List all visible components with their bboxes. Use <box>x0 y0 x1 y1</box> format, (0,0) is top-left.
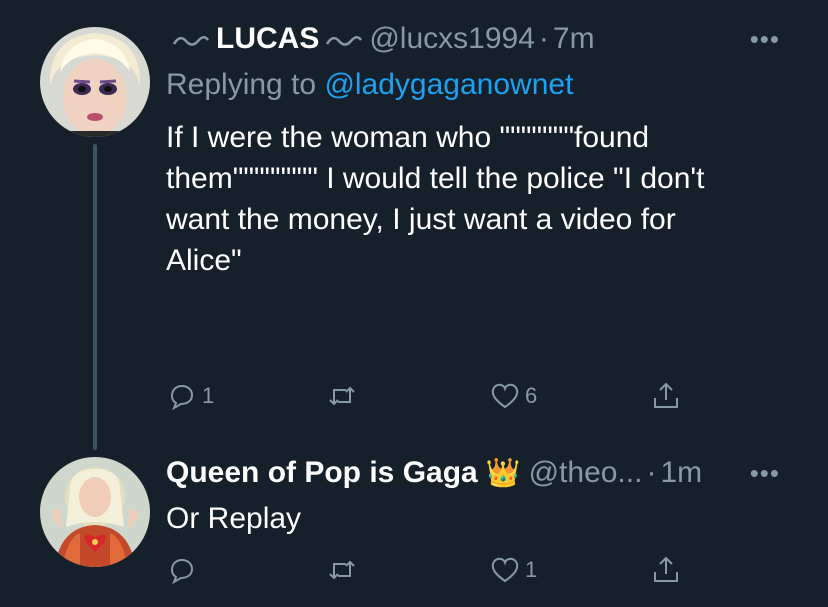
replying-prefix: Replying to <box>166 68 317 101</box>
like-button[interactable]: 6 <box>489 380 537 412</box>
timestamp[interactable]: 1m <box>660 456 702 490</box>
heart-icon <box>491 557 519 583</box>
avatar[interactable] <box>40 27 150 137</box>
tweet-queen[interactable]: Queen of Pop is Gaga 👑 @theo... · 1m •••… <box>0 450 828 607</box>
separator-dot: · <box>538 22 549 55</box>
avatar[interactable] <box>40 457 150 567</box>
tweet-header: Queen of Pop is Gaga 👑 @theo... · 1m <box>166 456 702 490</box>
crown-icon: 👑 <box>485 457 521 488</box>
action-bar: 1 <box>166 554 726 594</box>
tweet-header: LUCAS @lucxs1994 · 7m <box>166 22 595 56</box>
squiggle-icon <box>325 22 363 56</box>
reply-button[interactable] <box>166 554 202 586</box>
share-icon <box>654 556 678 582</box>
retweet-icon <box>329 386 355 406</box>
retweet-button[interactable] <box>326 380 362 412</box>
like-count: 6 <box>525 383 538 408</box>
tweet-text-line: them"""""""" I would tell the police "I … <box>166 162 705 195</box>
reply-icon <box>170 558 194 585</box>
author-name[interactable]: LUCAS <box>216 22 319 56</box>
reply-icon <box>170 384 194 411</box>
share-icon <box>654 382 678 408</box>
like-count: 1 <box>525 557 538 582</box>
separator-dot: · <box>646 456 657 489</box>
author-handle[interactable]: @lucxs1994 <box>369 22 535 56</box>
tweet-text-line: If I were the woman who """""""found <box>166 121 650 154</box>
more-icon[interactable]: ••• <box>750 458 780 489</box>
like-button[interactable]: 1 <box>489 554 537 586</box>
action-bar: 1 6 <box>166 380 726 420</box>
timestamp[interactable]: 7m <box>553 22 595 56</box>
retweet-icon <box>329 560 355 580</box>
tweet-text-line: Alice" <box>166 244 242 277</box>
share-button[interactable] <box>650 380 682 412</box>
replying-to-line: Replying to @ladygaganownet <box>166 68 573 102</box>
tweet-text: If I were the woman who """""""found the… <box>166 117 786 281</box>
author-name[interactable]: Queen of Pop is Gaga <box>166 456 478 490</box>
reply-count: 1 <box>202 383 215 408</box>
heart-icon <box>491 383 519 409</box>
author-handle[interactable]: @theo... <box>529 456 643 490</box>
tweet-lucas[interactable]: LUCAS @lucxs1994 · 7m ••• Replying to @l… <box>0 0 828 450</box>
more-icon[interactable]: ••• <box>750 24 780 55</box>
squiggle-icon <box>172 22 210 56</box>
reply-button[interactable]: 1 <box>166 380 214 412</box>
tweet-text: Or Replay <box>166 502 302 535</box>
share-button[interactable] <box>650 554 682 586</box>
tweet-text-line: want the money, I just want a video for <box>166 203 676 236</box>
retweet-button[interactable] <box>326 554 362 586</box>
mention-link[interactable]: @ladygaganownet <box>324 68 573 101</box>
